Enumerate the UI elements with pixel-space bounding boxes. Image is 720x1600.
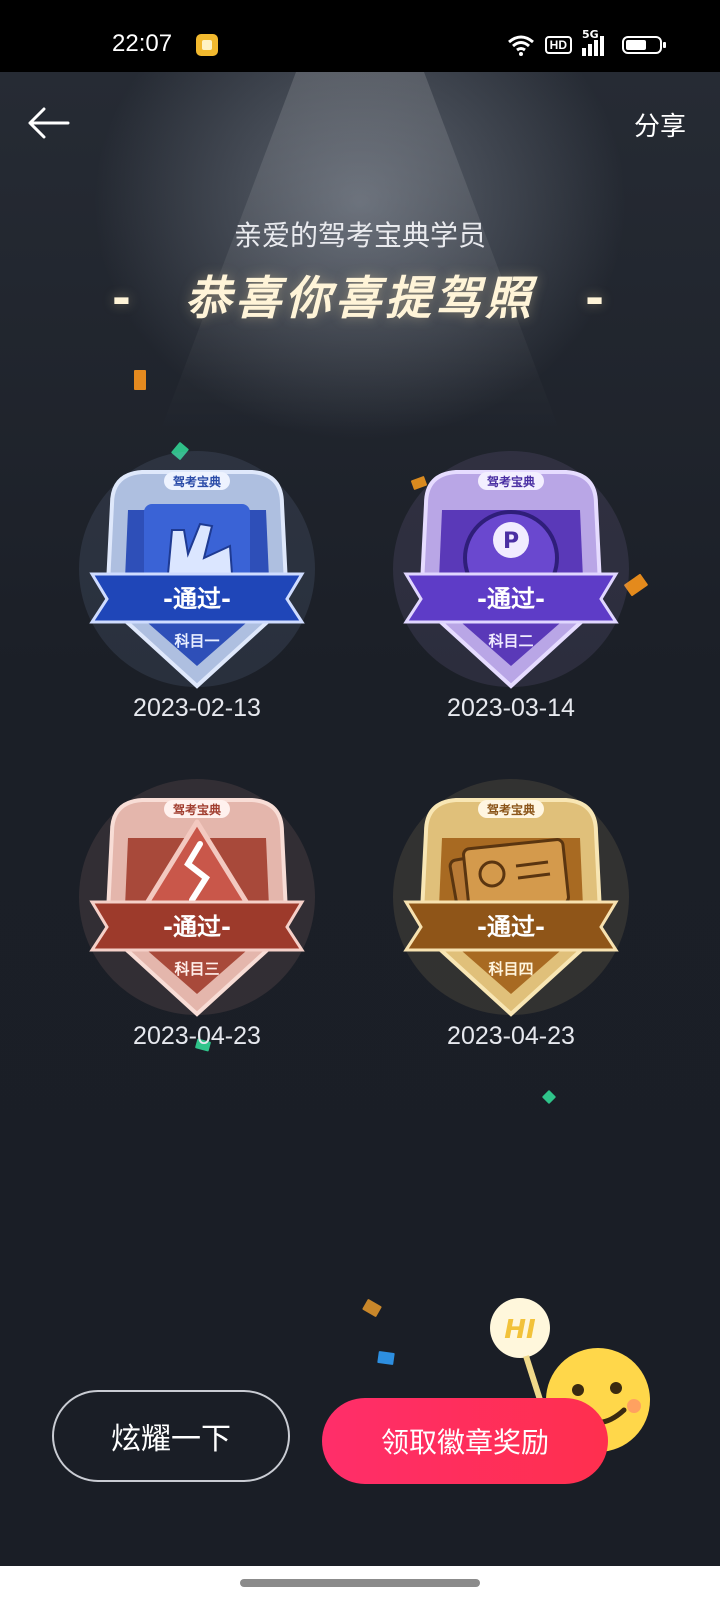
home-indicator[interactable] <box>240 1579 480 1587</box>
badge-subject: 科目三 <box>174 960 219 978</box>
mascot-sign-text: HI <box>504 1315 536 1345</box>
badge-date: 2023-02-13 <box>133 694 261 722</box>
badge-date: 2023-03-14 <box>447 694 575 722</box>
certificate-stage: 分享 亲爱的驾考宝典学员 - 恭喜你喜提驾照 - 驾考宝典 -通过- 科目一 202… <box>0 72 720 1566</box>
badge-emblem: 驾考宝典 -通过- 科目四 <box>393 779 629 1017</box>
badge-date: 2023-04-23 <box>133 1022 261 1050</box>
notification-app-icon <box>196 34 218 56</box>
badge-status: -通过- <box>477 913 545 941</box>
badge-brand: 驾考宝典 <box>486 802 535 817</box>
badge-subject-four[interactable]: 驾考宝典 -通过- 科目四 2023-04-23 <box>393 779 629 1050</box>
confetti <box>541 1089 557 1105</box>
confetti <box>362 1298 382 1318</box>
hd-badge: HD <box>544 36 572 54</box>
confetti <box>134 370 146 390</box>
headline-text: 恭喜你喜提驾照 <box>185 271 535 325</box>
show-off-button[interactable]: 炫耀一下 <box>52 1390 290 1482</box>
greeting-text: 亲爱的驾考宝典学员 <box>233 219 486 252</box>
status-time: 22:07 <box>112 30 173 57</box>
badge-emblem: 驾考宝典 -通过- 科目一 <box>79 451 315 689</box>
confetti <box>377 1350 395 1366</box>
badge-subject-two[interactable]: P 驾考宝典 -通过- 科目二 2023-03-14 <box>393 451 629 722</box>
navigation-bar <box>0 1566 720 1600</box>
badge-subject: 科目一 <box>174 632 219 650</box>
status-icons: HD 5G <box>507 28 666 58</box>
badge-status: -通过- <box>477 585 545 613</box>
badge-subject-one[interactable]: 驾考宝典 -通过- 科目一 2023-02-13 <box>79 451 315 722</box>
back-arrow-icon[interactable] <box>26 106 70 140</box>
badge-date: 2023-04-23 <box>447 1022 575 1050</box>
badge-brand: 驾考宝典 <box>172 474 221 489</box>
badge-emblem: 驾考宝典 -通过- 科目三 <box>79 779 315 1017</box>
parking-symbol: P <box>503 529 519 554</box>
headline-left-dash: - <box>111 271 135 325</box>
badge-subject: 科目四 <box>488 960 533 978</box>
congrats-headline: - 恭喜你喜提驾照 - <box>0 262 720 328</box>
badge-brand: 驾考宝典 <box>172 802 221 817</box>
badge-subject: 科目二 <box>488 632 533 650</box>
share-button[interactable]: 分享 <box>634 106 686 143</box>
headline-right-dash: - <box>585 271 609 325</box>
badge-brand: 驾考宝典 <box>486 474 535 489</box>
badge-status: -通过- <box>163 913 231 941</box>
battery-icon <box>622 36 666 54</box>
wifi-icon <box>507 35 534 56</box>
badge-subject-three[interactable]: 驾考宝典 -通过- 科目三 2023-04-23 <box>79 779 315 1050</box>
status-bar: 22:07 HD 5G <box>0 0 720 72</box>
badge-status: -通过- <box>163 585 231 613</box>
signal-icon: 5G <box>582 28 612 56</box>
badge-emblem: P 驾考宝典 -通过- 科目二 <box>393 451 629 689</box>
claim-badge-reward-button[interactable]: 领取徽章奖励 <box>322 1398 608 1484</box>
